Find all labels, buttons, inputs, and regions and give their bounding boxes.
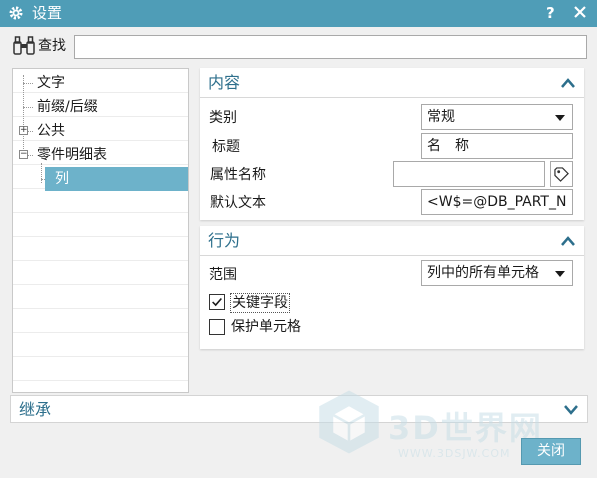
tree-row: [13, 285, 188, 309]
expand-icon[interactable]: +: [19, 126, 28, 135]
settings-tree: 文字 前缀/后缀 + 公共 − 零件明细表 列: [12, 68, 189, 393]
category-value: 常规: [427, 109, 455, 125]
close-icon[interactable]: [572, 4, 588, 20]
default-text-value: <W$=@DB_PART_N: [427, 194, 567, 210]
tag-icon: [554, 167, 569, 182]
tree-connector: [28, 155, 33, 156]
protect-cell-checkbox[interactable]: [209, 319, 225, 335]
heading-input[interactable]: 名 称: [421, 133, 573, 159]
tree-row: [13, 237, 188, 261]
checkmark-icon: [212, 297, 222, 307]
tree-row: [13, 261, 188, 285]
attribute-name-label: 属性名称: [210, 167, 266, 183]
tree-connector: [23, 107, 33, 108]
inherit-section-title: 继承: [19, 400, 52, 419]
content-section-title: 内容: [208, 73, 241, 92]
behavior-section-header[interactable]: 行为: [200, 226, 584, 256]
binoculars-icon: [13, 36, 35, 55]
cube-logo-icon: [319, 390, 379, 454]
properties-panel: 内容 类别 常规 标题 名 称 属性名称 默认文本 <W$=@DB_PART_N…: [200, 68, 584, 393]
attribute-picker-button[interactable]: [550, 161, 573, 187]
tree-item-prefix-suffix[interactable]: 前缀/后缀: [37, 95, 98, 119]
tree-row: [13, 333, 188, 357]
tree-row: [13, 213, 188, 237]
tree-item-column[interactable]: 列: [45, 167, 188, 191]
dropdown-arrow-icon: [555, 115, 565, 121]
tree-item-text[interactable]: 文字: [37, 71, 65, 95]
scope-value: 列中的所有单元格: [427, 265, 539, 281]
category-label: 类别: [209, 110, 237, 126]
settings-dialog: 设置 ? 查找 文字 前缀/后缀 + 公共 − 零件明细表 列 内容 类别 常规…: [0, 0, 597, 478]
key-field-checkbox[interactable]: [209, 294, 225, 310]
tree-connector: [23, 83, 33, 84]
watermark-url: WWW.3DSJW.COM: [398, 447, 511, 460]
content-section: 内容 类别 常规 标题 名 称 属性名称 默认文本 <W$=@DB_PART_N: [200, 68, 584, 220]
tree-item-parts-list[interactable]: 零件明细表: [37, 143, 107, 167]
behavior-section: 行为 范围 列中的所有单元格 关键字段 保护单元格: [200, 226, 584, 349]
watermark-text: 3D世界网: [388, 409, 543, 447]
scope-dropdown[interactable]: 列中的所有单元格: [421, 260, 573, 286]
heading-label: 标题: [212, 139, 240, 155]
tree-connector: [28, 131, 33, 132]
title-bar: 设置 ?: [0, 0, 597, 27]
behavior-section-title: 行为: [208, 231, 241, 250]
tree-row: [13, 309, 188, 333]
collapse-icon[interactable]: −: [19, 150, 28, 159]
protect-cell-label[interactable]: 保护单元格: [231, 318, 301, 336]
dropdown-arrow-icon: [555, 271, 565, 277]
chevron-down-icon[interactable]: [563, 403, 579, 415]
tree-connector: [23, 75, 24, 157]
chevron-up-icon[interactable]: [560, 235, 576, 247]
default-text-label: 默认文本: [210, 195, 266, 211]
content-section-header[interactable]: 内容: [200, 68, 584, 98]
gear-icon: [9, 6, 23, 20]
close-button[interactable]: 关闭: [521, 438, 581, 465]
tree-item-common[interactable]: 公共: [37, 119, 65, 143]
tree-row: [13, 189, 188, 213]
scope-label: 范围: [209, 267, 237, 283]
dialog-title: 设置: [32, 4, 63, 22]
tree-row: [13, 357, 188, 381]
key-field-label[interactable]: 关键字段: [230, 293, 290, 313]
chevron-up-icon[interactable]: [560, 77, 576, 89]
attribute-name-input[interactable]: [393, 161, 545, 187]
default-text-input[interactable]: <W$=@DB_PART_N: [421, 189, 573, 215]
find-label: 查找: [38, 38, 66, 54]
find-bar: 查找: [0, 27, 597, 65]
category-dropdown[interactable]: 常规: [421, 104, 573, 130]
find-input[interactable]: [74, 35, 587, 59]
heading-value: 名 称: [427, 138, 469, 154]
help-button[interactable]: ?: [546, 3, 555, 23]
